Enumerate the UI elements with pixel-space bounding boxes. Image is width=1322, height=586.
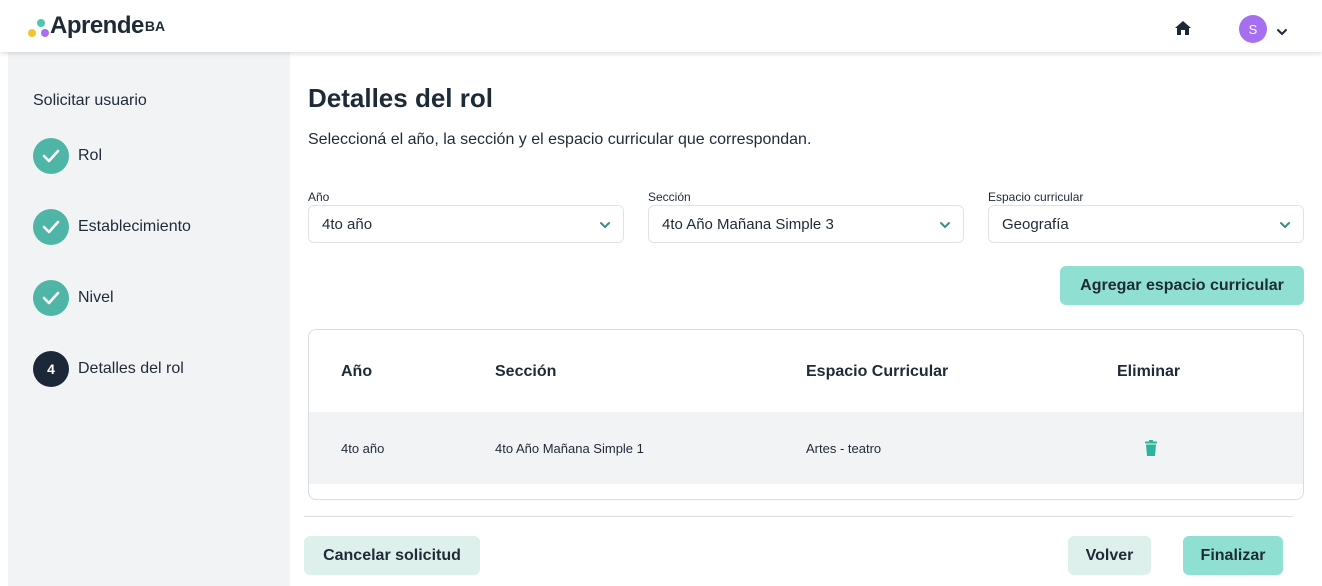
- cancel-request-button[interactable]: Cancelar solicitud: [304, 536, 480, 575]
- step-label: Nivel: [78, 289, 114, 306]
- footer-divider: [304, 516, 1293, 517]
- check-icon: [33, 138, 69, 174]
- trash-icon[interactable]: [1145, 440, 1157, 456]
- add-espacio-button[interactable]: Agregar espacio curricular: [1060, 266, 1304, 305]
- seccion-label: Sección: [648, 190, 691, 204]
- back-button[interactable]: Volver: [1068, 536, 1151, 575]
- chevron-down-icon: [940, 222, 950, 229]
- top-header: Aprende BA S: [0, 0, 1322, 52]
- aprende-ba-logo[interactable]: Aprende BA: [26, 12, 165, 40]
- logo-mark-icon: [26, 14, 50, 38]
- roles-table: Año Sección Espacio Curricular Eliminar …: [308, 329, 1304, 500]
- espacio-select[interactable]: Geografía: [988, 205, 1304, 243]
- seccion-value: 4to Año Mañana Simple 3: [662, 215, 834, 233]
- step-detalles-del-rol: 4 Detalles del rol: [33, 351, 184, 387]
- cell-seccion: 4to Año Mañana Simple 1: [495, 441, 644, 456]
- anio-value: 4to año: [322, 215, 373, 233]
- anio-label: Año: [308, 190, 330, 204]
- finish-button[interactable]: Finalizar: [1183, 536, 1283, 575]
- step-establecimiento: Establecimiento: [33, 209, 191, 245]
- seccion-select[interactable]: 4to Año Mañana Simple 3: [648, 205, 964, 243]
- column-header-eliminar: Eliminar: [1117, 363, 1181, 380]
- step-number: 4: [33, 351, 69, 387]
- page-title: Detalles del rol: [308, 83, 493, 113]
- column-header-seccion: Sección: [495, 363, 557, 380]
- espacio-label: Espacio curricular: [988, 190, 1084, 204]
- column-header-anio: Año: [341, 363, 373, 380]
- step-label: Detalles del rol: [78, 360, 184, 377]
- step-label: Establecimiento: [78, 218, 191, 235]
- column-header-espacio: Espacio Curricular: [806, 363, 949, 380]
- steps-sidebar: Solicitar usuario Rol Establecimiento Ni…: [8, 52, 290, 586]
- step-label: Rol: [78, 147, 103, 164]
- espacio-value: Geografía: [1002, 215, 1069, 233]
- logo-suffix: BA: [144, 18, 166, 34]
- anio-select[interactable]: 4to año: [308, 205, 624, 243]
- home-icon[interactable]: [1174, 20, 1192, 36]
- chevron-down-icon[interactable]: [1276, 24, 1288, 36]
- cell-anio: 4to año: [341, 441, 385, 456]
- page-description: Seleccioná el año, la sección y el espac…: [308, 131, 812, 148]
- check-icon: [33, 280, 69, 316]
- chevron-down-icon: [1280, 222, 1290, 229]
- sidebar-title: Solicitar usuario: [33, 92, 147, 109]
- check-icon: [33, 209, 69, 245]
- table-row: 4to año 4to Año Mañana Simple 1 Artes - …: [309, 412, 1303, 484]
- chevron-down-icon: [600, 222, 610, 229]
- user-avatar[interactable]: S: [1239, 15, 1267, 43]
- step-nivel: Nivel: [33, 280, 114, 316]
- logo-text: Aprende: [50, 12, 144, 39]
- cell-espacio: Artes - teatro: [806, 441, 882, 456]
- step-rol: Rol: [33, 138, 102, 174]
